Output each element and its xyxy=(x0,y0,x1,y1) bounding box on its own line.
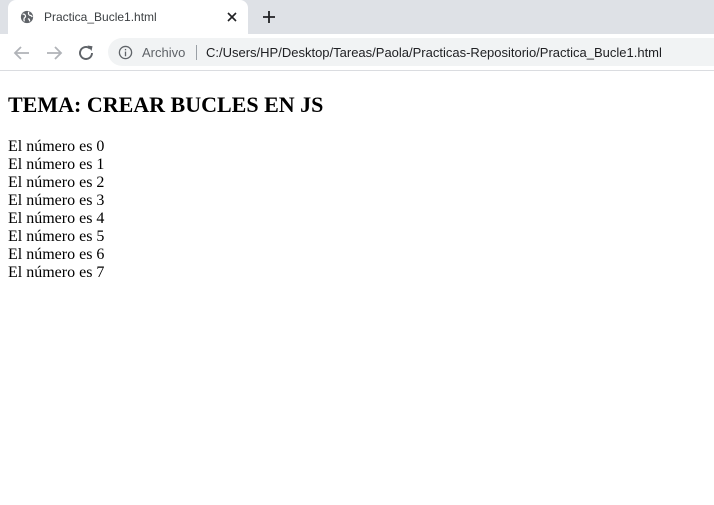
address-bar[interactable]: Archivo C:/Users/HP/Desktop/Tareas/Paola… xyxy=(108,38,714,66)
output-line: El número es 6 xyxy=(8,246,105,263)
output-line: El número es 2 xyxy=(8,174,105,191)
output-line: El número es 3 xyxy=(8,192,105,209)
close-icon[interactable] xyxy=(224,9,240,25)
output-line: El número es 1 xyxy=(8,156,105,173)
forward-arrow-icon[interactable] xyxy=(43,42,65,64)
reload-icon[interactable] xyxy=(75,42,97,64)
url-text[interactable]: C:/Users/HP/Desktop/Tareas/Paola/Practic… xyxy=(206,45,662,60)
page-heading: TEMA: CREAR BUCLES EN JS xyxy=(8,92,324,117)
tab-title: Practica_Bucle1.html xyxy=(44,10,157,24)
page-content: TEMA: CREAR BUCLES EN JS El número es 0 … xyxy=(8,92,706,282)
address-divider xyxy=(196,45,197,60)
output-line: El número es 4 xyxy=(8,210,105,227)
toolbar: Archivo C:/Users/HP/Desktop/Tareas/Paola… xyxy=(0,34,714,71)
output-lines: El número es 0 El número es 1 El número … xyxy=(8,138,706,282)
new-tab-plus-icon[interactable] xyxy=(260,8,278,26)
back-arrow-icon[interactable] xyxy=(11,42,33,64)
tab-strip: Practica_Bucle1.html xyxy=(0,0,714,34)
globe-icon xyxy=(20,10,34,24)
output-line: El número es 7 xyxy=(8,264,105,281)
output-line: El número es 0 xyxy=(8,138,105,155)
scheme-label: Archivo xyxy=(142,45,186,60)
tab-active[interactable]: Practica_Bucle1.html xyxy=(8,0,248,34)
output-line: El número es 5 xyxy=(8,228,105,245)
info-icon[interactable] xyxy=(118,45,133,60)
